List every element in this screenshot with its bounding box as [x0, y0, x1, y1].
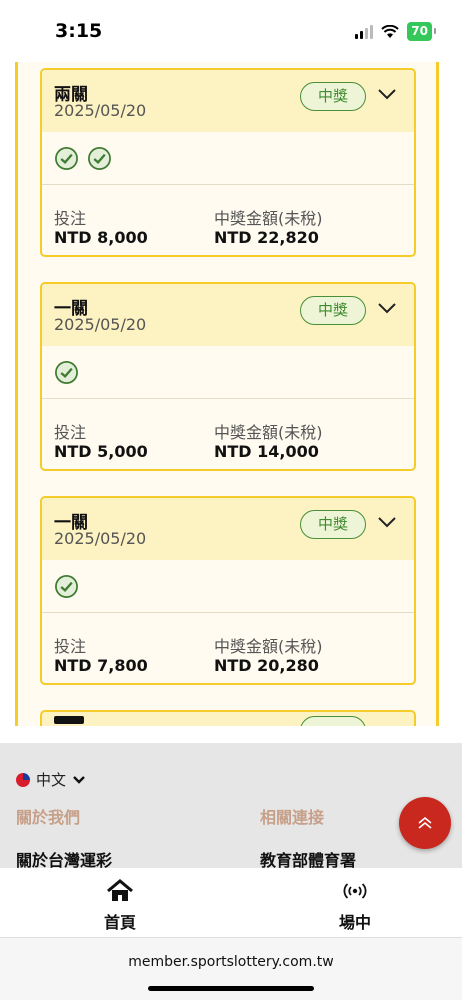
home-indicator: [148, 986, 314, 991]
nav-home-label: 首頁: [103, 913, 136, 932]
double-chevron-up-icon: [418, 816, 432, 829]
prize-label: 中獎金額(未稅): [214, 209, 323, 228]
ticket-card[interactable]: 一關 2025/05/20 中獎 投注 NTD 5,000 中獎金額(未稅) N…: [40, 282, 416, 471]
ticket-date: 2025/05/20: [54, 315, 147, 334]
battery-indicator: 70: [407, 22, 436, 41]
about-heading: 關於我們: [16, 808, 81, 827]
win-status-badge: 中獎: [300, 82, 366, 111]
ticket-amounts: 投注 NTD 7,800 中獎金額(未稅) NTD 20,280: [42, 613, 414, 683]
win-status-badge: 中獎: [300, 510, 366, 539]
nav-home[interactable]: 首頁: [80, 878, 160, 933]
bottom-nav: 首頁 場中: [0, 868, 462, 938]
prize-label: 中獎金額(未稅): [214, 637, 323, 656]
taiwan-flag-icon: [16, 772, 30, 787]
stake-value: NTD 5,000: [54, 442, 148, 461]
nav-live[interactable]: 場中: [315, 878, 395, 933]
prize-value: NTD 14,000: [214, 442, 319, 461]
check-circle-icon: [55, 575, 78, 598]
win-status-badge-partial: [300, 716, 366, 726]
wifi-icon: [381, 24, 399, 38]
chevron-down-icon[interactable]: [377, 301, 397, 315]
ticket-results: [42, 560, 414, 613]
ticket-header[interactable]: 一關 2025/05/20 中獎: [42, 284, 414, 346]
prize-value: NTD 22,820: [214, 228, 319, 247]
ticket-date: 2025/05/20: [54, 101, 147, 120]
win-status-badge: 中獎: [300, 296, 366, 325]
ticket-header[interactable]: 一關 2025/05/20 中獎: [42, 498, 414, 560]
related-links-heading: 相關連接: [260, 808, 325, 827]
ticket-results: [42, 132, 414, 185]
ticket-list[interactable]: 兩關 2025/05/20 中獎 投注 NTD 8,000 中獎金額(未稅) N…: [0, 62, 462, 726]
ticket-date: 2025/05/20: [54, 529, 147, 548]
stake-label: 投注: [54, 637, 87, 656]
stake-value: NTD 8,000: [54, 228, 148, 247]
ticket-type-partial: [54, 716, 84, 724]
check-circle-icon: [55, 147, 78, 170]
stake-label: 投注: [54, 423, 87, 442]
status-time: 3:15: [55, 20, 103, 42]
status-icons: 70: [355, 22, 436, 41]
ticket-amounts: 投注 NTD 5,000 中獎金額(未稅) NTD 14,000: [42, 399, 414, 469]
stake-label: 投注: [54, 209, 87, 228]
status-bar: 3:15 70: [0, 0, 462, 62]
stake-value: NTD 7,800: [54, 656, 148, 675]
check-circle-icon: [55, 361, 78, 384]
ticket-card[interactable]: 一關 2025/05/20 中獎 投注 NTD 7,800 中獎金額(未稅) N…: [40, 496, 416, 685]
site-footer: 中文 關於我們 相關連接 關於台灣運彩 教育部體育署: [0, 743, 462, 870]
broadcast-icon: [343, 883, 367, 899]
nav-live-label: 場中: [338, 913, 371, 932]
url-text: member.sportslottery.com.tw: [128, 954, 334, 970]
ticket-card[interactable]: 兩關 2025/05/20 中獎 投注 NTD 8,000 中獎金額(未稅) N…: [40, 68, 416, 257]
ticket-amounts: 投注 NTD 8,000 中獎金額(未稅) NTD 22,820: [42, 185, 414, 255]
chevron-down-icon[interactable]: [377, 87, 397, 101]
chevron-down-icon: [73, 775, 85, 784]
ticket-header[interactable]: 兩關 2025/05/20 中獎: [42, 70, 414, 132]
language-selector[interactable]: 中文: [16, 769, 86, 790]
prize-label: 中獎金額(未稅): [214, 423, 323, 442]
check-circle-icon: [88, 147, 111, 170]
ticket-card-partial[interactable]: [40, 710, 416, 726]
chevron-down-icon[interactable]: [377, 515, 397, 529]
language-label: 中文: [36, 771, 67, 789]
scroll-to-top-button[interactable]: [399, 797, 451, 849]
home-icon: [107, 879, 133, 901]
signal-icon: [355, 24, 374, 39]
ticket-results: [42, 346, 414, 399]
prize-value: NTD 20,280: [214, 656, 319, 675]
